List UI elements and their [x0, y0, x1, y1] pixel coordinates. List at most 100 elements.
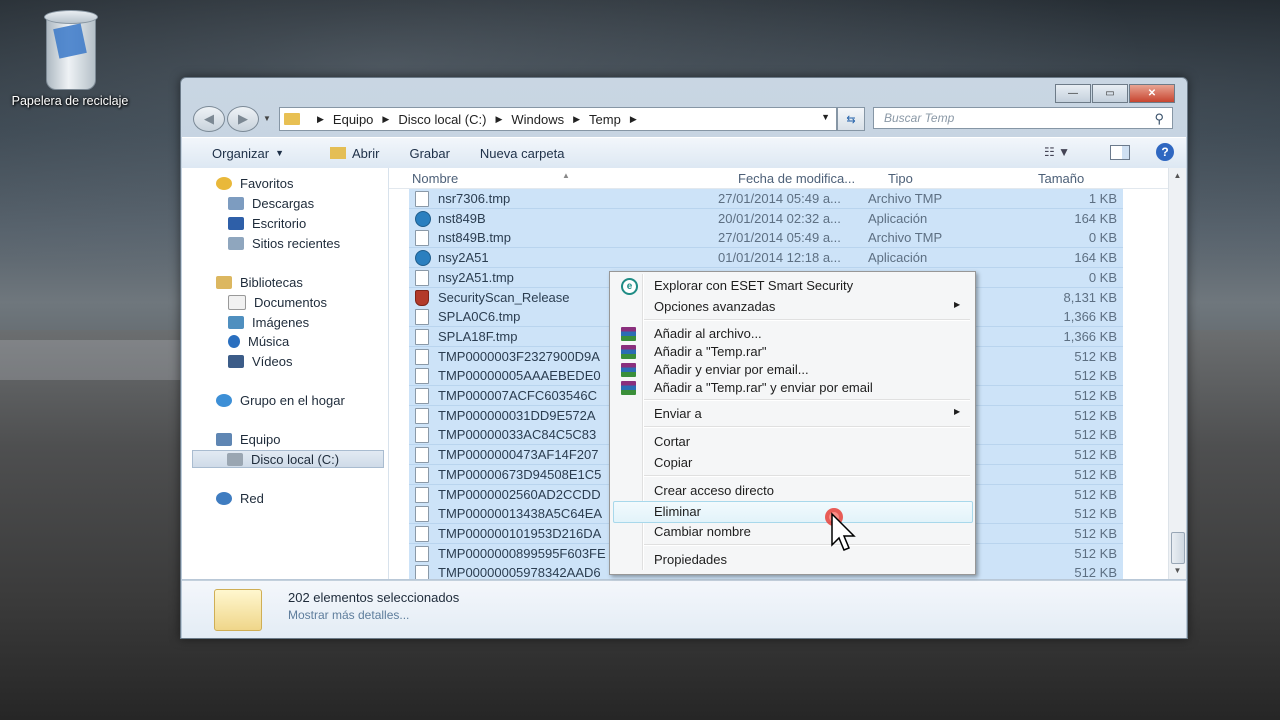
libraries-icon	[216, 276, 232, 289]
breadcrumb-computer[interactable]: Equipo	[333, 112, 373, 127]
nav-videos[interactable]: Vídeos	[228, 354, 292, 369]
nav-favorites[interactable]: Favoritos	[216, 176, 293, 191]
open-folder-icon	[330, 147, 346, 159]
nav-homegroup[interactable]: Grupo en el hogar	[216, 393, 345, 408]
menu-item-add-to-temp-rar[interactable]: Añadir a "Temp.rar"	[654, 344, 767, 359]
recycle-bin-shortcut[interactable]: Papelera de reciclaje	[0, 4, 140, 108]
winrar-icon	[621, 327, 636, 341]
column-date[interactable]: Fecha de modifica...	[738, 171, 855, 186]
file-name: nsy2A51	[438, 250, 489, 266]
organize-button[interactable]: Organizar ▼	[212, 146, 284, 161]
column-size[interactable]: Tamaño	[1038, 171, 1084, 186]
file-row[interactable]: nsr7306.tmp 27/01/2014 05:49 a... Archivo …	[409, 189, 1123, 209]
nav-network[interactable]: Red	[216, 491, 264, 506]
file-size: 512 KB	[1074, 506, 1117, 522]
menu-item-eset-scan-label: Explorar con ESET Smart Security	[654, 278, 854, 293]
menu-item-add-temp-rar-email[interactable]: Añadir a "Temp.rar" y enviar por email	[654, 380, 873, 395]
address-dropdown-icon[interactable]: ▼	[821, 112, 830, 122]
breadcrumb-arrow-icon[interactable]: ▶	[573, 114, 580, 125]
nav-music[interactable]: Música	[228, 334, 289, 349]
close-button[interactable]: ✕	[1129, 84, 1175, 103]
menu-item-eset-scan[interactable]: Explorar con ESET Smart Security	[654, 278, 853, 293]
file-name: TMP0000000899595F603FE	[438, 545, 606, 561]
menu-item-delete[interactable]: Eliminar	[654, 504, 701, 519]
search-icon[interactable]: ⚲	[1154, 111, 1164, 127]
maximize-button[interactable]: ▭	[1092, 84, 1128, 103]
open-label: Abrir	[352, 145, 380, 161]
view-options-icon[interactable]: ☷ ▼	[1044, 145, 1070, 159]
burn-button[interactable]: Grabar	[409, 146, 449, 161]
open-button[interactable]: Abrir	[330, 146, 379, 161]
breadcrumb-arrow-icon: ▶	[317, 113, 324, 124]
show-more-details-link[interactable]: Mostrar más detalles...	[288, 608, 409, 622]
nav-computer[interactable]: Equipo	[216, 432, 280, 447]
breadcrumb-arrow-icon[interactable]: ▶	[495, 114, 502, 125]
file-icon	[415, 328, 429, 345]
submenu-arrow-icon: ▶	[954, 407, 961, 416]
breadcrumb-temp[interactable]: Temp	[589, 112, 621, 127]
toolbar-right: ☷ ▼ ?	[1044, 143, 1174, 161]
sort-arrow-icon: ▲	[562, 171, 570, 180]
back-button[interactable]: ◀	[193, 106, 225, 132]
nav-documents[interactable]: Documentos	[228, 295, 327, 310]
scroll-down-icon[interactable]: ▼	[1169, 563, 1186, 579]
file-name: nst849B	[438, 210, 486, 226]
recent-pages-dropdown[interactable]: ▼	[263, 114, 271, 123]
nav-videos-label: Vídeos	[252, 354, 293, 369]
file-row[interactable]: nst849B 20/01/2014 02:32 a... Aplicación 16…	[409, 208, 1123, 229]
file-icon	[415, 348, 429, 365]
file-row[interactable]: nst849B.tmp 27/01/2014 05:49 a... Archivo …	[409, 228, 1123, 249]
nav-libraries[interactable]: Bibliotecas	[216, 275, 303, 290]
help-icon[interactable]: ?	[1156, 143, 1174, 161]
search-placeholder: Buscar Temp	[884, 111, 955, 125]
menu-item-cut[interactable]: Cortar	[654, 434, 690, 449]
breadcrumb-arrow-icon[interactable]: ▶	[382, 114, 389, 125]
nav-libraries-label: Bibliotecas	[240, 275, 303, 290]
file-icon	[415, 388, 429, 404]
menu-item-properties-label: Propiedades	[654, 552, 727, 567]
vertical-scrollbar[interactable]: ▲ ▼	[1168, 168, 1186, 579]
minimize-button[interactable]: —	[1055, 84, 1091, 103]
menu-item-send-to[interactable]: Enviar a ▶	[654, 406, 960, 421]
scroll-up-icon[interactable]: ▲	[1169, 168, 1186, 184]
file-name: TMP00000673D94508E1C5	[438, 466, 602, 482]
menu-item-create-shortcut[interactable]: Crear acceso directo	[654, 483, 774, 498]
file-name: TMP000000101953D216DA	[438, 525, 602, 541]
breadcrumb-local-disk[interactable]: Disco local (C:)	[398, 112, 486, 127]
refresh-button[interactable]: ⇆	[837, 107, 865, 131]
nav-recent[interactable]: Sitios recientes	[228, 236, 340, 251]
file-date: 01/01/2014 12:18 a...	[718, 250, 841, 266]
menu-item-copy[interactable]: Copiar	[654, 455, 692, 470]
nav-desktop[interactable]: Escritorio	[228, 216, 306, 231]
menu-item-add-to-archive[interactable]: Añadir al archivo...	[654, 326, 762, 341]
column-type[interactable]: Tipo	[888, 171, 913, 186]
menu-item-rename[interactable]: Cambiar nombre	[654, 524, 751, 539]
chevron-down-icon: ▼	[275, 148, 284, 158]
file-row[interactable]: nsy2A51 01/01/2014 12:18 a... Aplicación 16…	[409, 248, 1123, 269]
forward-button[interactable]: ▶	[227, 106, 259, 132]
preview-pane-icon[interactable]	[1110, 144, 1130, 160]
caption-buttons: — ▭ ✕	[1054, 84, 1175, 103]
scrollbar-thumb[interactable]	[1171, 532, 1185, 564]
column-name[interactable]: Nombre	[412, 171, 458, 186]
file-icon	[415, 545, 429, 562]
menu-item-advanced-options[interactable]: Opciones avanzadas ▶	[654, 299, 960, 314]
file-date: 27/01/2014 05:49 a...	[718, 230, 841, 246]
file-icon	[415, 230, 429, 247]
winrar-icon	[621, 363, 636, 377]
menu-item-properties[interactable]: Propiedades	[654, 552, 727, 567]
breadcrumb-windows[interactable]: Windows	[511, 112, 564, 127]
file-name: nst849B.tmp	[438, 230, 511, 246]
nav-local-disk[interactable]: Disco local (C:)	[192, 450, 384, 468]
menu-item-add-to-temp-rar-label: Añadir a "Temp.rar"	[654, 344, 767, 359]
breadcrumb-arrow-icon[interactable]: ▶	[630, 114, 637, 125]
new-folder-button[interactable]: Nueva carpeta	[480, 146, 565, 161]
file-icon	[415, 309, 429, 326]
file-name: TMP000000031DD9E572A	[438, 407, 596, 423]
nav-downloads[interactable]: Descargas	[228, 196, 314, 211]
address-bar[interactable]: ▶ Equipo ▶ Disco local (C:) ▶ Windows ▶ Temp…	[279, 107, 837, 131]
search-input[interactable]: Buscar Temp ⚲	[873, 107, 1173, 129]
menu-item-add-and-email[interactable]: Añadir y enviar por email...	[654, 362, 809, 377]
file-size: 1 KB	[1088, 191, 1117, 206]
nav-images[interactable]: Imágenes	[228, 315, 309, 330]
